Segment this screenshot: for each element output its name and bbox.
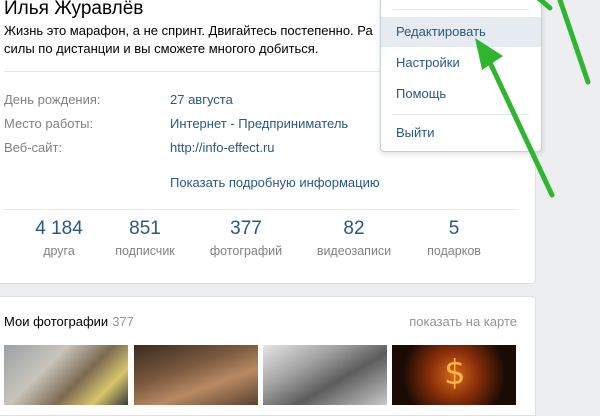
photo-thumbnail[interactable] xyxy=(134,345,258,405)
menu-separator xyxy=(393,114,529,115)
photo-thumbnail[interactable] xyxy=(263,345,387,405)
profile-status[interactable]: Жизнь это марафон, а не спринт. Двигайте… xyxy=(4,22,384,58)
counter-value: 4 184 xyxy=(35,218,83,239)
counter-value: 82 xyxy=(343,218,365,239)
photos-card: Мои фотографии 377 показать на карте $ xyxy=(0,296,536,416)
divider xyxy=(4,209,518,210)
menu-separator xyxy=(393,9,529,10)
annotation-arrow-line xyxy=(557,0,591,85)
profile-actions-menu: Редактировать Настройки Помощь Выйти xyxy=(380,0,542,152)
photos-count: 377 xyxy=(112,314,134,329)
photos-title[interactable]: Мои фотографии 377 xyxy=(4,314,134,329)
counter-value: 5 xyxy=(448,218,460,239)
menu-item-help[interactable]: Помощь xyxy=(381,79,541,109)
counter-label: видеозаписи xyxy=(316,244,392,258)
counter-followers[interactable]: 851 подписчик xyxy=(97,218,193,258)
counter-videos[interactable]: 82 видеозаписи xyxy=(306,218,402,258)
counter-value: 851 xyxy=(129,218,161,239)
show-more-info-link[interactable]: Показать подробную информацию xyxy=(170,175,380,190)
counter-friends[interactable]: 4 184 друга xyxy=(11,218,107,258)
photo-thumbnail[interactable] xyxy=(4,345,128,405)
birthday-label: День рождения: xyxy=(4,92,101,107)
counter-value: 377 xyxy=(230,218,262,239)
photos-title-text: Мои фотографии xyxy=(4,314,109,329)
counter-photos[interactable]: 377 фотографий xyxy=(198,218,294,258)
status-line-1: Жизнь это марафон, а не спринт. Двигайте… xyxy=(4,23,373,38)
menu-item-settings[interactable]: Настройки xyxy=(381,48,541,78)
menu-item-logout[interactable]: Выйти xyxy=(381,118,541,148)
workplace-value[interactable]: Интернет - Предприниматель xyxy=(170,116,348,131)
profile-counters: 4 184 друга 851 подписчик 377 фотографий… xyxy=(0,218,536,266)
dollar-sign-icon: $ xyxy=(444,353,466,393)
counter-label: фотографий xyxy=(209,244,283,258)
profile-name: Илья Журавлёв xyxy=(4,0,144,19)
counter-label: подарков xyxy=(427,244,481,258)
counter-gifts[interactable]: 5 подарков xyxy=(406,218,502,258)
website-link[interactable]: http://info-effect.ru xyxy=(170,140,275,155)
menu-item-edit[interactable]: Редактировать xyxy=(381,17,541,47)
website-label: Веб-сайт: xyxy=(4,140,63,155)
counter-label: подписчик xyxy=(115,244,175,258)
status-line-2: силы по дистанции и вы сможете многого д… xyxy=(4,41,319,56)
workplace-label: Место работы: xyxy=(4,116,94,131)
counter-label: друга xyxy=(43,244,75,258)
photo-thumbnail[interactable]: $ xyxy=(392,345,516,405)
birthday-value[interactable]: 27 августа xyxy=(170,92,233,107)
show-on-map-link[interactable]: показать на карте xyxy=(409,314,517,329)
